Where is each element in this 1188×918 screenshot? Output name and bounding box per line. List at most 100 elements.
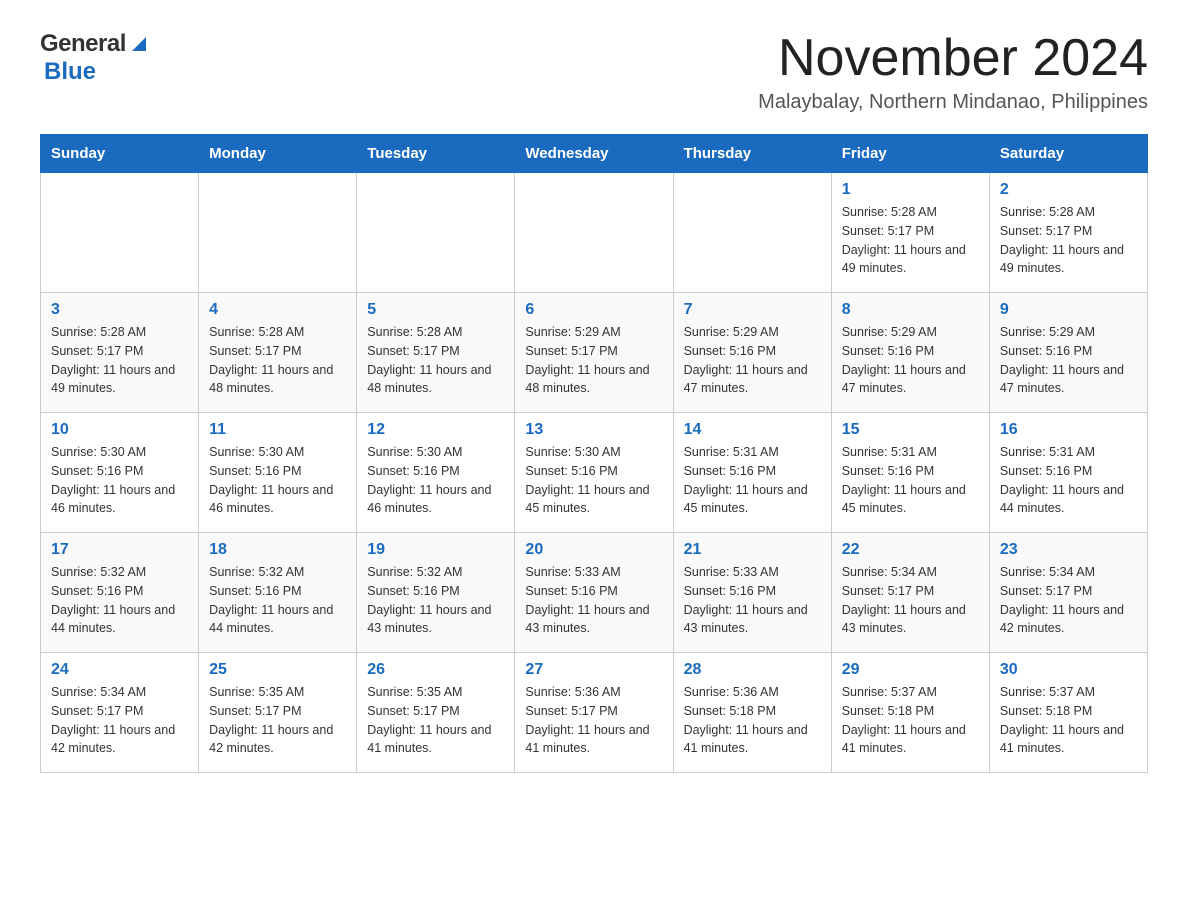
location-subtitle: Malaybalay, Northern Mindanao, Philippin… [758, 91, 1148, 114]
logo: General Blue [40, 30, 150, 86]
day-info: Sunrise: 5:33 AMSunset: 5:16 PMDaylight:… [525, 563, 662, 638]
day-number: 29 [842, 661, 979, 679]
month-title: November 2024 [758, 30, 1148, 87]
day-number: 11 [209, 421, 346, 439]
calendar-cell: 1 Sunrise: 5:28 AMSunset: 5:17 PMDaylight… [831, 173, 989, 293]
calendar-cell: 11 Sunrise: 5:30 AMSunset: 5:16 PMDayligh… [199, 413, 357, 533]
week-row-1: 1 Sunrise: 5:28 AMSunset: 5:17 PMDaylight… [41, 173, 1148, 293]
calendar-cell: 28 Sunrise: 5:36 AMSunset: 5:18 PMDayligh… [673, 653, 831, 773]
calendar-cell: 6 Sunrise: 5:29 AMSunset: 5:17 PMDaylight… [515, 293, 673, 413]
weekday-header-tuesday: Tuesday [357, 135, 515, 173]
day-info: Sunrise: 5:30 AMSunset: 5:16 PMDaylight:… [209, 443, 346, 518]
day-info: Sunrise: 5:34 AMSunset: 5:17 PMDaylight:… [842, 563, 979, 638]
calendar-cell: 13 Sunrise: 5:30 AMSunset: 5:16 PMDayligh… [515, 413, 673, 533]
day-info: Sunrise: 5:29 AMSunset: 5:17 PMDaylight:… [525, 323, 662, 398]
logo-blue-text: Blue [44, 58, 96, 86]
day-number: 7 [684, 301, 821, 319]
calendar-cell: 8 Sunrise: 5:29 AMSunset: 5:16 PMDaylight… [831, 293, 989, 413]
day-number: 23 [1000, 541, 1137, 559]
day-info: Sunrise: 5:36 AMSunset: 5:17 PMDaylight:… [525, 683, 662, 758]
day-info: Sunrise: 5:29 AMSunset: 5:16 PMDaylight:… [842, 323, 979, 398]
day-number: 18 [209, 541, 346, 559]
weekday-header-row: SundayMondayTuesdayWednesdayThursdayFrid… [41, 135, 1148, 173]
calendar-cell: 25Sunrise: 5:35 AMSunset: 5:17 PMDayligh… [199, 653, 357, 773]
calendar-cell: 5Sunrise: 5:28 AMSunset: 5:17 PMDaylight… [357, 293, 515, 413]
day-info: Sunrise: 5:29 AMSunset: 5:16 PMDaylight:… [684, 323, 821, 398]
calendar-cell: 23 Sunrise: 5:34 AMSunset: 5:17 PMDayligh… [989, 533, 1147, 653]
day-info: Sunrise: 5:35 AMSunset: 5:17 PMDaylight:… [367, 683, 504, 758]
calendar-cell: 3Sunrise: 5:28 AMSunset: 5:17 PMDaylight… [41, 293, 199, 413]
day-info: Sunrise: 5:36 AMSunset: 5:18 PMDaylight:… [684, 683, 821, 758]
day-number: 17 [51, 541, 188, 559]
day-info: Sunrise: 5:28 AMSunset: 5:17 PMDaylight:… [1000, 203, 1137, 278]
calendar-table: SundayMondayTuesdayWednesdayThursdayFrid… [40, 134, 1148, 773]
day-number: 20 [525, 541, 662, 559]
calendar-cell [41, 173, 199, 293]
day-number: 4 [209, 301, 346, 319]
title-area: November 2024 Malaybalay, Northern Minda… [758, 30, 1148, 114]
calendar-cell: 26 Sunrise: 5:35 AMSunset: 5:17 PMDayligh… [357, 653, 515, 773]
day-number: 9 [1000, 301, 1137, 319]
week-row-2: 3Sunrise: 5:28 AMSunset: 5:17 PMDaylight… [41, 293, 1148, 413]
calendar-cell: 15Sunrise: 5:31 AMSunset: 5:16 PMDayligh… [831, 413, 989, 533]
day-number: 27 [525, 661, 662, 679]
day-info: Sunrise: 5:37 AMSunset: 5:18 PMDaylight:… [842, 683, 979, 758]
calendar-cell: 18 Sunrise: 5:32 AMSunset: 5:16 PMDayligh… [199, 533, 357, 653]
calendar-cell: 16 Sunrise: 5:31 AMSunset: 5:16 PMDayligh… [989, 413, 1147, 533]
day-info: Sunrise: 5:29 AMSunset: 5:16 PMDaylight:… [1000, 323, 1137, 398]
day-info: Sunrise: 5:32 AMSunset: 5:16 PMDaylight:… [51, 563, 188, 638]
calendar-cell [673, 173, 831, 293]
calendar-cell: 17 Sunrise: 5:32 AMSunset: 5:16 PMDayligh… [41, 533, 199, 653]
weekday-header-sunday: Sunday [41, 135, 199, 173]
day-number: 25 [209, 661, 346, 679]
calendar-cell [199, 173, 357, 293]
calendar-cell: 19 Sunrise: 5:32 AMSunset: 5:16 PMDayligh… [357, 533, 515, 653]
day-info: Sunrise: 5:31 AMSunset: 5:16 PMDaylight:… [1000, 443, 1137, 518]
calendar-cell: 24Sunrise: 5:34 AMSunset: 5:17 PMDayligh… [41, 653, 199, 773]
calendar-cell: 30 Sunrise: 5:37 AMSunset: 5:18 PMDayligh… [989, 653, 1147, 773]
day-number: 26 [367, 661, 504, 679]
week-row-4: 17 Sunrise: 5:32 AMSunset: 5:16 PMDayligh… [41, 533, 1148, 653]
day-number: 6 [525, 301, 662, 319]
day-number: 16 [1000, 421, 1137, 439]
day-info: Sunrise: 5:28 AMSunset: 5:17 PMDaylight:… [51, 323, 188, 398]
day-number: 12 [367, 421, 504, 439]
day-info: Sunrise: 5:30 AMSunset: 5:16 PMDaylight:… [525, 443, 662, 518]
calendar-cell: 2Sunrise: 5:28 AMSunset: 5:17 PMDaylight… [989, 173, 1147, 293]
calendar-cell: 7 Sunrise: 5:29 AMSunset: 5:16 PMDaylight… [673, 293, 831, 413]
day-number: 19 [367, 541, 504, 559]
calendar-cell: 14Sunrise: 5:31 AMSunset: 5:16 PMDayligh… [673, 413, 831, 533]
day-info: Sunrise: 5:37 AMSunset: 5:18 PMDaylight:… [1000, 683, 1137, 758]
weekday-header-friday: Friday [831, 135, 989, 173]
day-info: Sunrise: 5:32 AMSunset: 5:16 PMDaylight:… [367, 563, 504, 638]
day-number: 5 [367, 301, 504, 319]
day-info: Sunrise: 5:33 AMSunset: 5:16 PMDaylight:… [684, 563, 821, 638]
day-info: Sunrise: 5:28 AMSunset: 5:17 PMDaylight:… [842, 203, 979, 278]
day-info: Sunrise: 5:34 AMSunset: 5:17 PMDaylight:… [1000, 563, 1137, 638]
day-info: Sunrise: 5:30 AMSunset: 5:16 PMDaylight:… [51, 443, 188, 518]
day-number: 8 [842, 301, 979, 319]
day-number: 10 [51, 421, 188, 439]
day-number: 1 [842, 181, 979, 199]
weekday-header-thursday: Thursday [673, 135, 831, 173]
day-info: Sunrise: 5:32 AMSunset: 5:16 PMDaylight:… [209, 563, 346, 638]
logo-general-text: General [40, 30, 126, 58]
day-info: Sunrise: 5:31 AMSunset: 5:16 PMDaylight:… [842, 443, 979, 518]
week-row-5: 24Sunrise: 5:34 AMSunset: 5:17 PMDayligh… [41, 653, 1148, 773]
weekday-header-monday: Monday [199, 135, 357, 173]
day-number: 30 [1000, 661, 1137, 679]
day-number: 21 [684, 541, 821, 559]
calendar-cell: 21 Sunrise: 5:33 AMSunset: 5:16 PMDayligh… [673, 533, 831, 653]
calendar-cell: 12 Sunrise: 5:30 AMSunset: 5:16 PMDayligh… [357, 413, 515, 533]
calendar-cell: 27 Sunrise: 5:36 AMSunset: 5:17 PMDayligh… [515, 653, 673, 773]
day-number: 13 [525, 421, 662, 439]
calendar-cell [357, 173, 515, 293]
calendar-cell: 10 Sunrise: 5:30 AMSunset: 5:16 PMDayligh… [41, 413, 199, 533]
calendar-cell: 4Sunrise: 5:28 AMSunset: 5:17 PMDaylight… [199, 293, 357, 413]
day-info: Sunrise: 5:30 AMSunset: 5:16 PMDaylight:… [367, 443, 504, 518]
calendar-cell: 29 Sunrise: 5:37 AMSunset: 5:18 PMDayligh… [831, 653, 989, 773]
day-number: 14 [684, 421, 821, 439]
day-number: 28 [684, 661, 821, 679]
calendar-cell: 20 Sunrise: 5:33 AMSunset: 5:16 PMDayligh… [515, 533, 673, 653]
weekday-header-saturday: Saturday [989, 135, 1147, 173]
